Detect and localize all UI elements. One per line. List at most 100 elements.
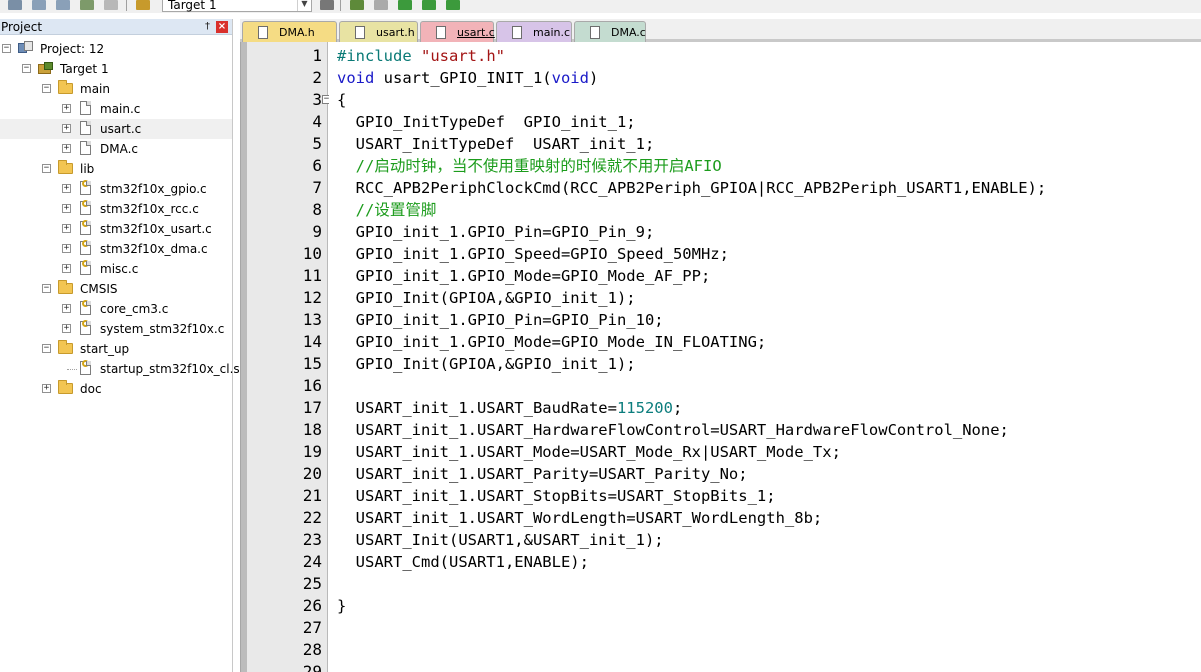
collapse-icon[interactable]: − [42, 344, 51, 353]
collapse-icon[interactable]: − [2, 44, 11, 53]
tree-item[interactable]: + system_stm32f10x.c [0, 319, 232, 339]
download-icon[interactable] [104, 0, 118, 10]
settings-icon[interactable] [446, 0, 460, 10]
tree-item[interactable]: startup_stm32f10x_cl.s [0, 359, 240, 379]
code-line[interactable]: USART_init_1.USART_StopBits=USART_StopBi… [337, 485, 776, 507]
tree-item[interactable]: − Project: 12 [0, 39, 232, 59]
expand-icon[interactable]: + [62, 264, 71, 273]
tab-dma-c[interactable]: DMA.c [574, 21, 646, 42]
line-number: 12 [302, 288, 322, 307]
code-line[interactable]: RCC_APB2PeriphClockCmd(RCC_APB2Periph_GP… [337, 177, 1047, 199]
load-icon[interactable] [136, 0, 150, 10]
tree-item[interactable]: − CMSIS [0, 279, 232, 299]
batch-build-icon[interactable] [56, 0, 70, 10]
code-token: //设置管脚 [337, 201, 437, 219]
expand-icon[interactable]: + [62, 144, 71, 153]
code-line[interactable]: { [337, 89, 346, 111]
tree-item[interactable]: + doc [0, 379, 232, 399]
code-editor[interactable]: 1 2 3 4 5 6 7 8 9 10 11 12 13 14 15 16 17 18 19 20 21 22 23 24 2… [240, 42, 1201, 672]
code-line[interactable]: void usart_GPIO_INIT_1(void) [337, 67, 598, 89]
pin-icon[interactable]: † [205, 21, 210, 33]
code-line[interactable]: GPIO_Init(GPIOA,&GPIO_init_1); [337, 353, 636, 375]
expand-icon[interactable]: + [62, 104, 71, 113]
tree-item[interactable]: − start_up [0, 339, 232, 359]
file-icon [80, 121, 91, 135]
tree-item[interactable]: + core_cm3.c [0, 299, 232, 319]
code-token: GPIO_init_1.GPIO_Speed=GPIO_Speed_50MHz; [337, 245, 729, 263]
target-select[interactable]: Target 1 ▼ [162, 0, 312, 12]
line-number: 18 [302, 420, 322, 439]
expand-icon[interactable]: + [62, 224, 71, 233]
expand-icon[interactable]: + [62, 244, 71, 253]
close-icon[interactable]: × [216, 21, 228, 33]
build-icon[interactable] [8, 0, 22, 10]
line-number: 13 [302, 310, 322, 329]
rebuild-icon[interactable] [32, 0, 46, 10]
code-line[interactable]: USART_init_1.USART_WordLength=USART_Word… [337, 507, 823, 529]
code-line[interactable]: USART_InitTypeDef USART_init_1; [337, 133, 655, 155]
code-line[interactable]: GPIO_Init(GPIOA,&GPIO_init_1); [337, 287, 636, 309]
code-line[interactable]: USART_init_1.USART_Parity=USART_Parity_N… [337, 463, 748, 485]
code-line[interactable]: GPIO_init_1.GPIO_Mode=GPIO_Mode_IN_FLOAT… [337, 331, 767, 353]
key-icon [82, 320, 89, 327]
collapse-icon[interactable]: − [42, 164, 51, 173]
code-line[interactable]: } [337, 595, 346, 617]
chevron-down-icon[interactable]: ▼ [297, 0, 311, 11]
tree-item[interactable]: − main [0, 79, 232, 99]
collapse-icon[interactable]: − [22, 64, 31, 73]
code-line[interactable]: GPIO_init_1.GPIO_Pin=GPIO_Pin_9; [337, 221, 655, 243]
code-line[interactable]: //设置管脚 [337, 199, 437, 221]
expand-icon[interactable]: + [62, 124, 71, 133]
locked-file-icon [80, 200, 91, 215]
line-number: 11 [302, 266, 322, 285]
expand-icon[interactable]: + [62, 324, 71, 333]
file-icon [258, 26, 268, 39]
tree-item[interactable]: + main.c [0, 99, 232, 119]
code-line[interactable]: USART_init_1.USART_Mode=USART_Mode_Rx|US… [337, 441, 841, 463]
code-line[interactable]: GPIO_init_1.GPIO_Mode=GPIO_Mode_AF_PP; [337, 265, 711, 287]
stop-build-icon[interactable] [80, 0, 94, 10]
code-line[interactable]: //启动时钟，当不使用重映射的时候就不用开启AFIO [337, 155, 722, 177]
tab-main-c[interactable]: main.c [496, 21, 572, 42]
expand-icon[interactable]: + [62, 304, 71, 313]
tree-item[interactable]: − Target 1 [0, 59, 232, 79]
expand-icon[interactable]: + [62, 184, 71, 193]
line-number: 6 [312, 156, 322, 175]
tree-item[interactable]: + stm32f10x_dma.c [0, 239, 232, 259]
options-icon[interactable] [320, 0, 334, 10]
collapse-icon[interactable]: − [42, 84, 51, 93]
tree-item[interactable]: + stm32f10x_rcc.c [0, 199, 232, 219]
code-line[interactable]: #include "usart.h" [337, 45, 505, 67]
select-packs-icon[interactable] [374, 0, 388, 10]
code-line[interactable]: USART_Cmd(USART1,ENABLE); [337, 551, 589, 573]
key-icon [82, 220, 89, 227]
editor-tab-strip: DMA.h usart.h usart.c main.c DMA.c [240, 19, 1201, 42]
code-text-area[interactable]: #include "usart.h" void usart_GPIO_INIT_1… [329, 42, 1201, 672]
file-icon [80, 101, 91, 115]
line-number: 3 [312, 90, 322, 109]
code-line[interactable]: GPIO_InitTypeDef GPIO_init_1; [337, 111, 636, 133]
rte-icon[interactable] [422, 0, 436, 10]
tree-item[interactable]: + DMA.c [0, 139, 232, 159]
tree-item-label: startup_stm32f10x_cl.s [100, 362, 240, 376]
tree-item[interactable]: − lib [0, 159, 232, 179]
tree-item[interactable]: + misc.c [0, 259, 232, 279]
expand-icon[interactable]: + [62, 204, 71, 213]
tree-item[interactable]: + stm32f10x_usart.c [0, 219, 232, 239]
tree-item-label: stm32f10x_gpio.c [100, 182, 207, 196]
code-line[interactable]: USART_init_1.USART_BaudRate=115200; [337, 397, 683, 419]
tab-usart-c[interactable]: usart.c [420, 21, 495, 42]
code-line[interactable]: USART_init_1.USART_HardwareFlowControl=U… [337, 419, 1009, 441]
tab-dma-h[interactable]: DMA.h [242, 21, 337, 42]
expand-icon[interactable]: + [42, 384, 51, 393]
tree-item[interactable]: + stm32f10x_gpio.c [0, 179, 232, 199]
manage-components-icon[interactable] [350, 0, 364, 10]
code-line[interactable]: GPIO_init_1.GPIO_Speed=GPIO_Speed_50MHz; [337, 243, 729, 265]
code-line[interactable]: GPIO_init_1.GPIO_Pin=GPIO_Pin_10; [337, 309, 664, 331]
tab-usart-h[interactable]: usart.h [339, 21, 418, 42]
collapse-icon[interactable]: − [42, 284, 51, 293]
tree-item[interactable]: + usart.c [0, 119, 232, 139]
pack-installer-icon[interactable] [398, 0, 412, 10]
tree-item-label: core_cm3.c [100, 302, 169, 316]
code-line[interactable]: USART_Init(USART1,&USART_init_1); [337, 529, 664, 551]
